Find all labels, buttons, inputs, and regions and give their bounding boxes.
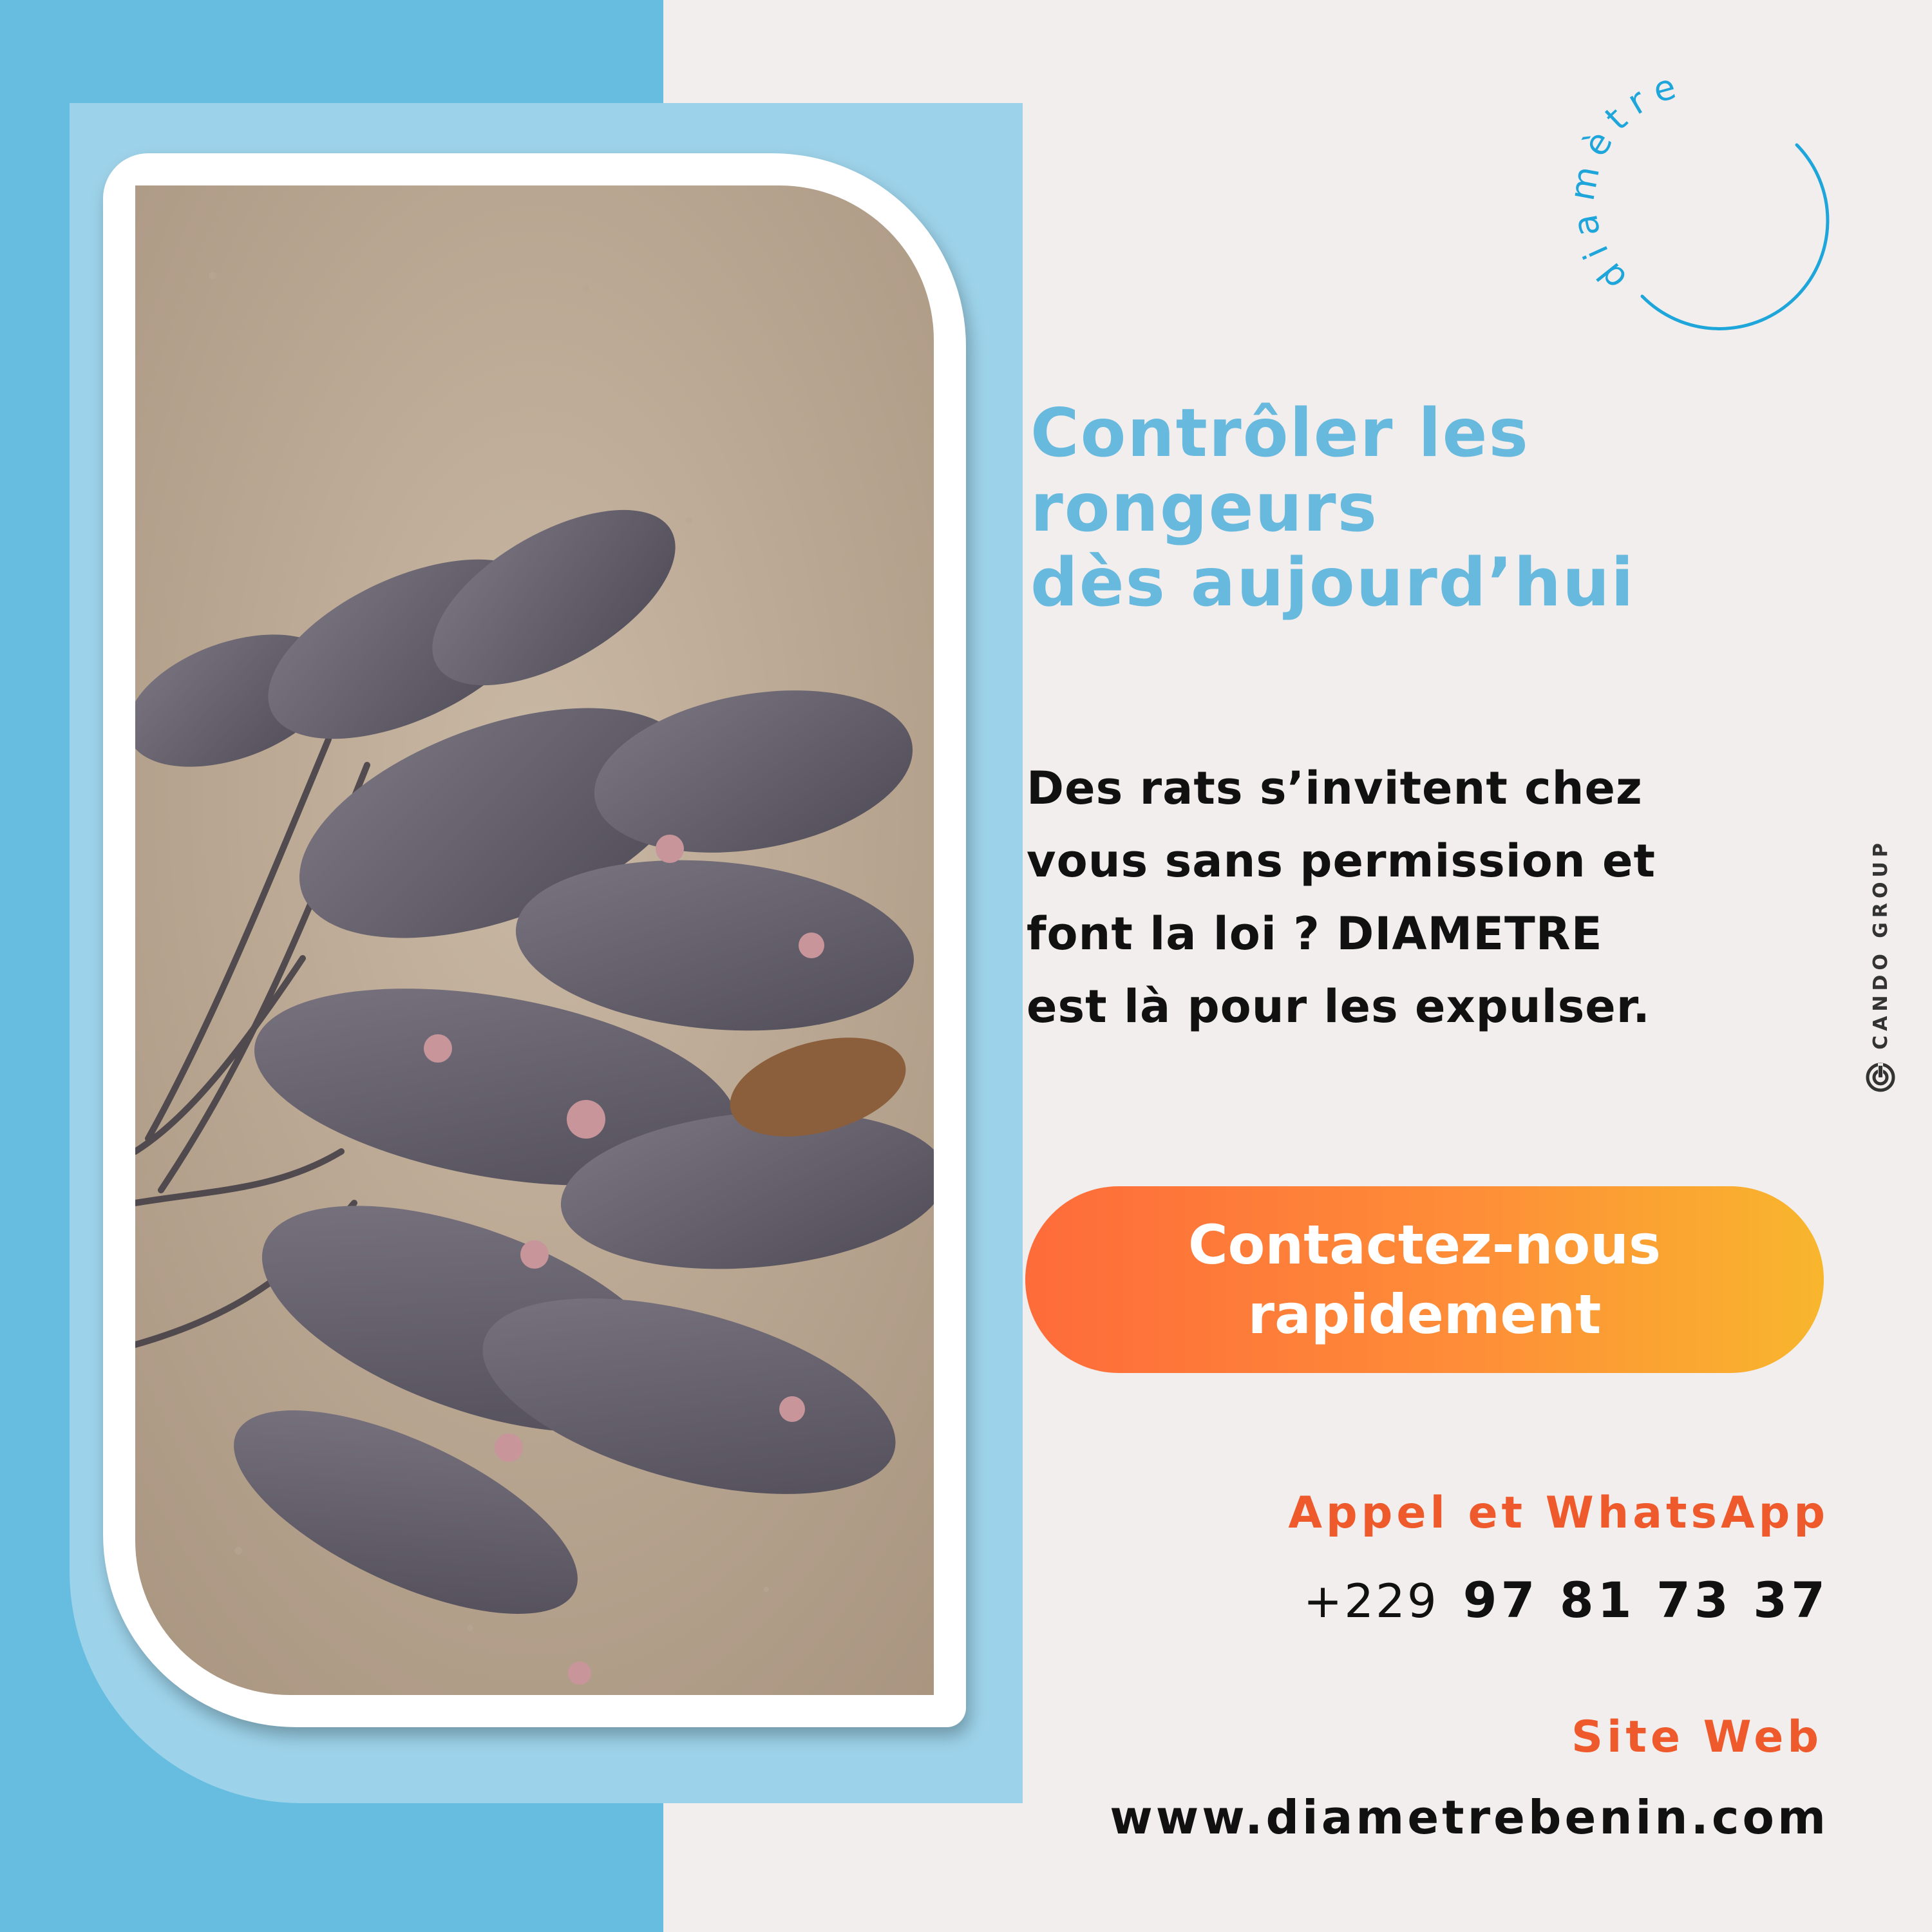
body-line-1: Des rats s’invitent chez [1027, 762, 1643, 815]
headline: Contrôler les rongeurs dès aujourd’hui [1030, 396, 1674, 620]
body-line-4: est là pour les expulser. [1027, 980, 1651, 1033]
cando-logo-icon [1866, 1063, 1895, 1092]
body-line-2: vous sans permission et [1027, 835, 1656, 887]
phone-number[interactable]: +229 97 81 73 37 [1303, 1571, 1829, 1629]
cta-line-2: rapidement [1247, 1283, 1602, 1346]
svg-text:diamètre: diamètre [1562, 63, 1690, 298]
rats-photo [135, 185, 934, 1695]
body-line-3: font la loi ? DIAMETRE [1027, 907, 1603, 960]
rats-photo-illustration [135, 185, 934, 1695]
headline-line-3: dès aujourd’hui [1030, 544, 1635, 621]
phone-digits: 97 81 73 37 [1463, 1571, 1829, 1629]
contact-label: Appel et WhatsApp [1288, 1488, 1829, 1539]
headline-line-1: Contrôler les [1030, 395, 1530, 472]
cando-group-brand: CANDO GROUP [1855, 811, 1906, 1121]
logo-text: diamètre [1562, 63, 1680, 298]
cta-line-1: Contactez-nous [1188, 1213, 1661, 1276]
phone-country-code: +229 [1303, 1574, 1439, 1628]
headline-line-2: rongeurs [1030, 469, 1378, 547]
body-copy: Des rats s’invitent chez vous sans permi… [1027, 752, 1799, 1043]
photo-card [103, 153, 966, 1727]
brand-text: CANDO GROUP [1869, 838, 1892, 1050]
contact-us-button[interactable]: Contactez-nous rapidement [1025, 1186, 1824, 1373]
website-link[interactable]: www.diametrebenin.com [1110, 1790, 1829, 1844]
diametre-circle-logo-icon: diamètre [1562, 63, 1830, 330]
diametre-logo: diamètre [1562, 63, 1848, 341]
website-label: Site Web [1571, 1712, 1823, 1763]
